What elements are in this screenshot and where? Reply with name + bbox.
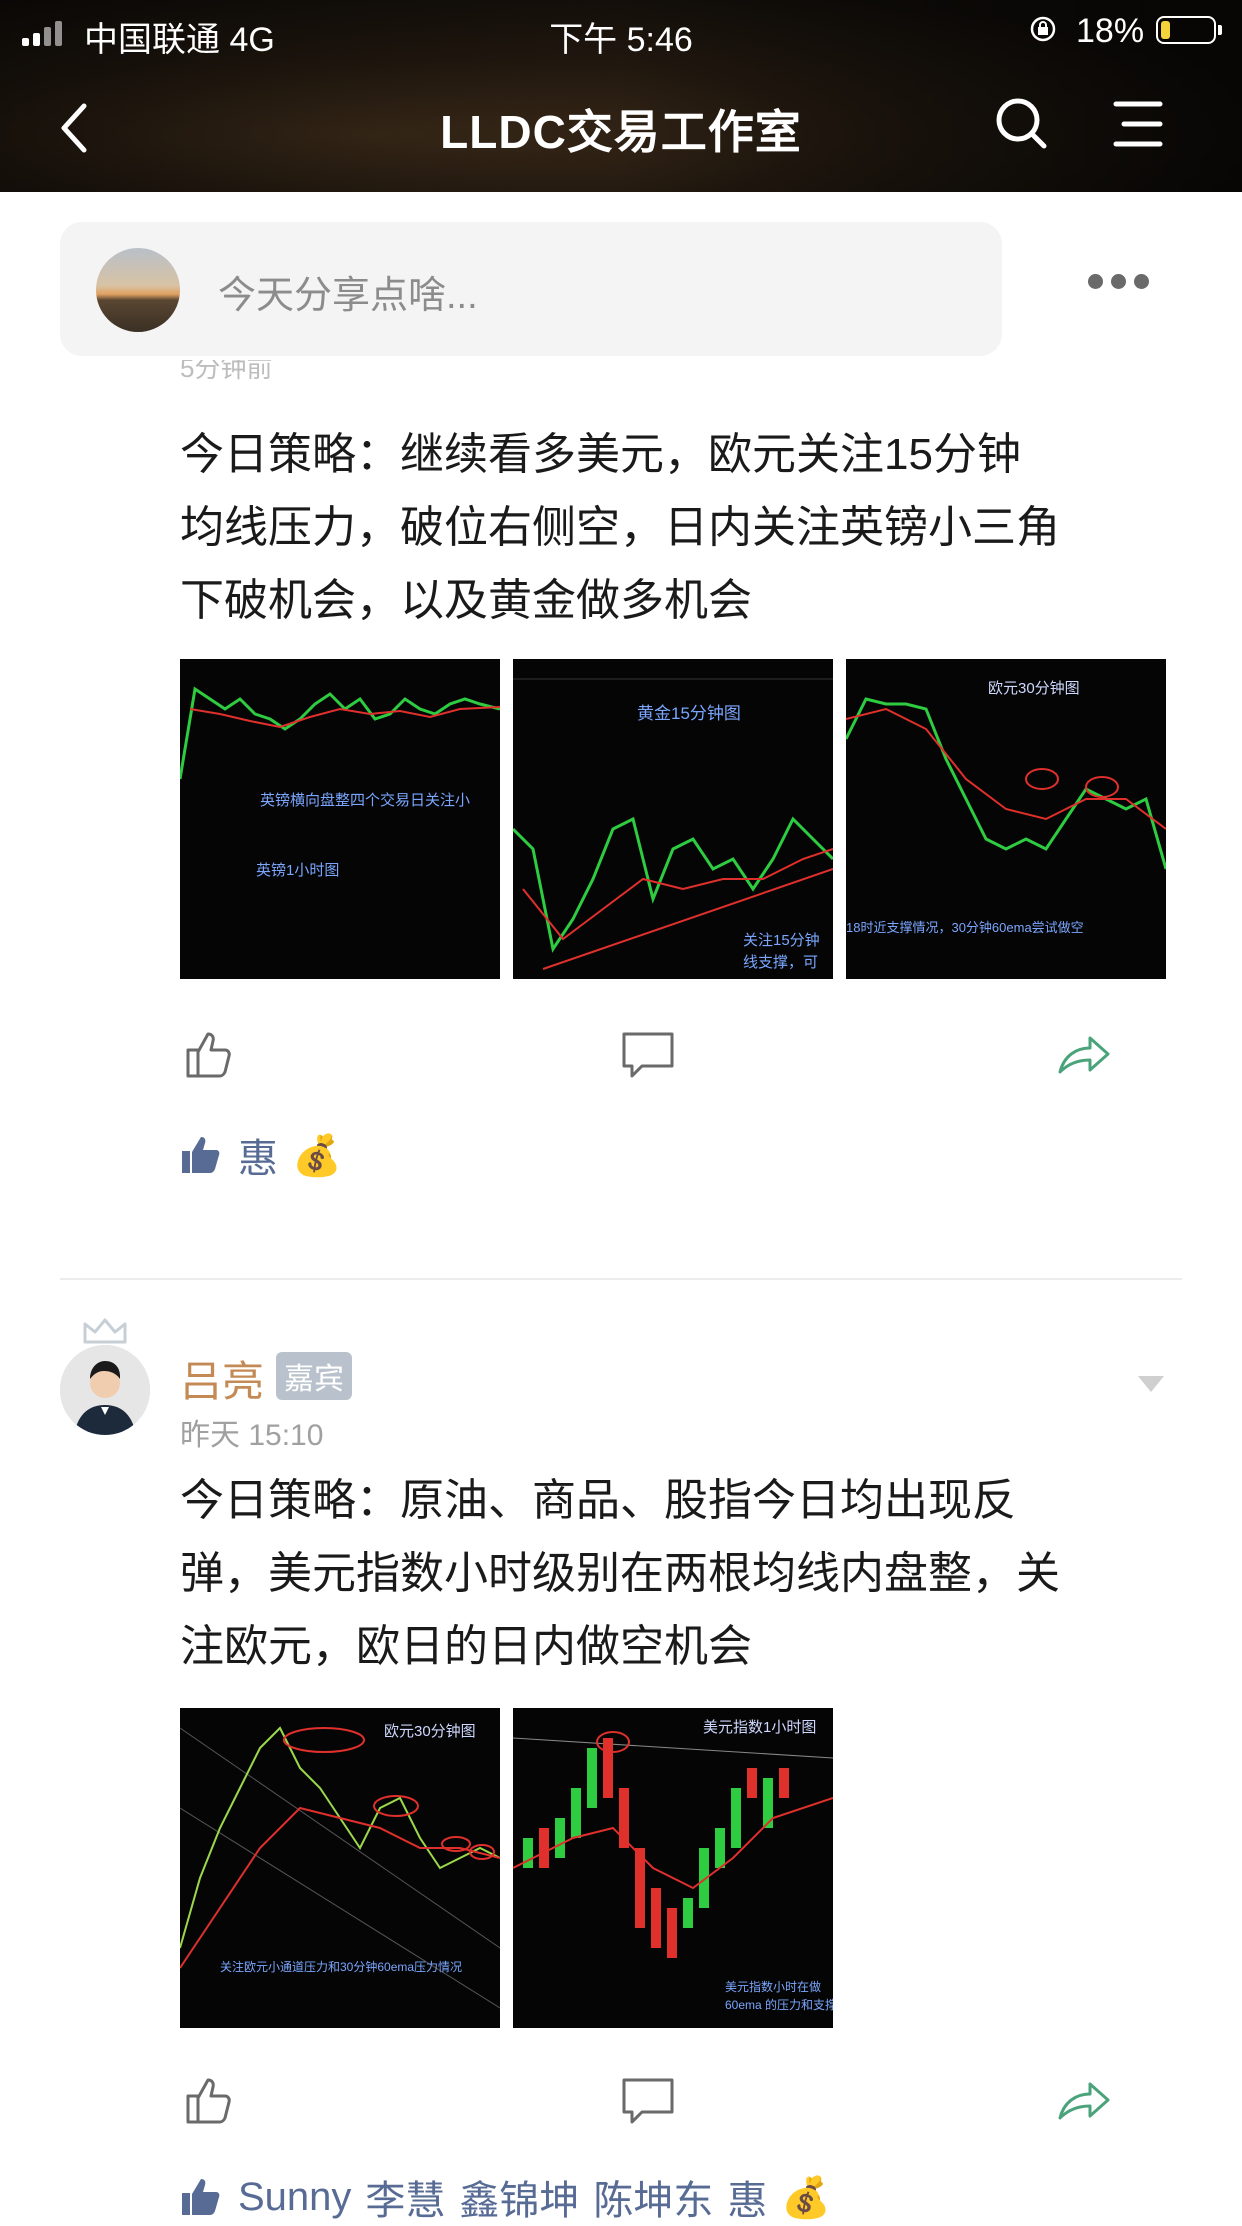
- post-image[interactable]: 美元指数1小时图 美元指数小时在做 60ema 的压力和支撑: [513, 1708, 833, 2028]
- liker-name[interactable]: 惠: [238, 1126, 278, 1184]
- candlestick-chart: [180, 686, 500, 780]
- avatar[interactable]: [60, 1345, 150, 1435]
- more-button[interactable]: [1088, 274, 1149, 289]
- divider: [60, 1278, 1182, 1280]
- search-icon[interactable]: [992, 94, 1052, 154]
- liker-name[interactable]: 鑫锦坤: [459, 2168, 579, 2226]
- post-text: 今日策略：继续看多美元，欧元关注15分钟 均线压力，破位右侧空，日内关注英镑小三…: [180, 430, 1060, 625]
- post-time: 5分钟前: [180, 360, 273, 383]
- share-icon[interactable]: [1054, 2070, 1114, 2130]
- like-icon[interactable]: [178, 2070, 238, 2130]
- menu-icon[interactable]: [1110, 96, 1166, 152]
- comment-icon[interactable]: [618, 1024, 678, 1084]
- like-filled-icon: [182, 1137, 220, 1173]
- comment-icon[interactable]: [618, 2070, 678, 2130]
- likes-row: 惠 💰: [180, 1126, 342, 1184]
- nav-bar: LLDC交易工作室: [0, 64, 1242, 192]
- post-image[interactable]: 欧元30分钟图 18时近支撑情况，30分钟60ema尝试做空: [846, 659, 1166, 979]
- liker-name[interactable]: Sunny: [238, 2175, 351, 2220]
- avatar: [96, 248, 180, 332]
- author-name[interactable]: 吕亮: [180, 1348, 264, 1409]
- battery-percent: 18%: [1076, 12, 1145, 50]
- likes-row: Sunny 李慧 鑫锦坤 陈坤东 惠 💰: [180, 2168, 831, 2226]
- crown-icon: [83, 1318, 127, 1344]
- liker-emoji: 💰: [292, 1133, 342, 1178]
- post-time: 昨天 15:10: [180, 1419, 324, 1452]
- post-image[interactable]: 英镑横向盘整四个交易日关注小 英镑1小时图: [180, 659, 500, 979]
- liker-name[interactable]: 李慧: [365, 2168, 445, 2226]
- rotation-lock-icon: [1030, 16, 1056, 42]
- candlestick-chart: [180, 1726, 500, 2009]
- like-filled-icon: [182, 2179, 220, 2215]
- liker-name[interactable]: 惠: [727, 2168, 767, 2226]
- liker-emoji: 💰: [781, 2175, 832, 2220]
- like-icon[interactable]: [178, 1024, 238, 1084]
- header: 中国联通 4G 下午 5:46 18% LLDC交易工作室: [0, 0, 1242, 192]
- post-text: 今日策略：原油、商品、股指今日均出现反 弹，美元指数小时级别在两根均线内盘整，关…: [180, 1476, 1060, 1671]
- battery-icon: [1156, 16, 1222, 44]
- guest-badge: 嘉宾: [276, 1352, 352, 1400]
- post-image[interactable]: 欧元30分钟图 关注欧元小通道压力和30分钟60ema压力情况: [180, 1708, 500, 2028]
- page-title: LLDC交易工作室: [440, 106, 802, 158]
- chevron-down-icon[interactable]: [1138, 1376, 1164, 1392]
- liker-name[interactable]: 陈坤东: [593, 2168, 713, 2226]
- status-bar: 中国联通 4G 下午 5:46 18%: [0, 0, 1242, 64]
- composer-input[interactable]: 今天分享点啥...: [218, 264, 478, 319]
- post-image[interactable]: 黄金15分钟图 关注15分钟 线支撑，可: [513, 659, 833, 979]
- share-icon[interactable]: [1054, 1024, 1114, 1084]
- post-composer[interactable]: 今天分享点啥...: [60, 222, 1002, 356]
